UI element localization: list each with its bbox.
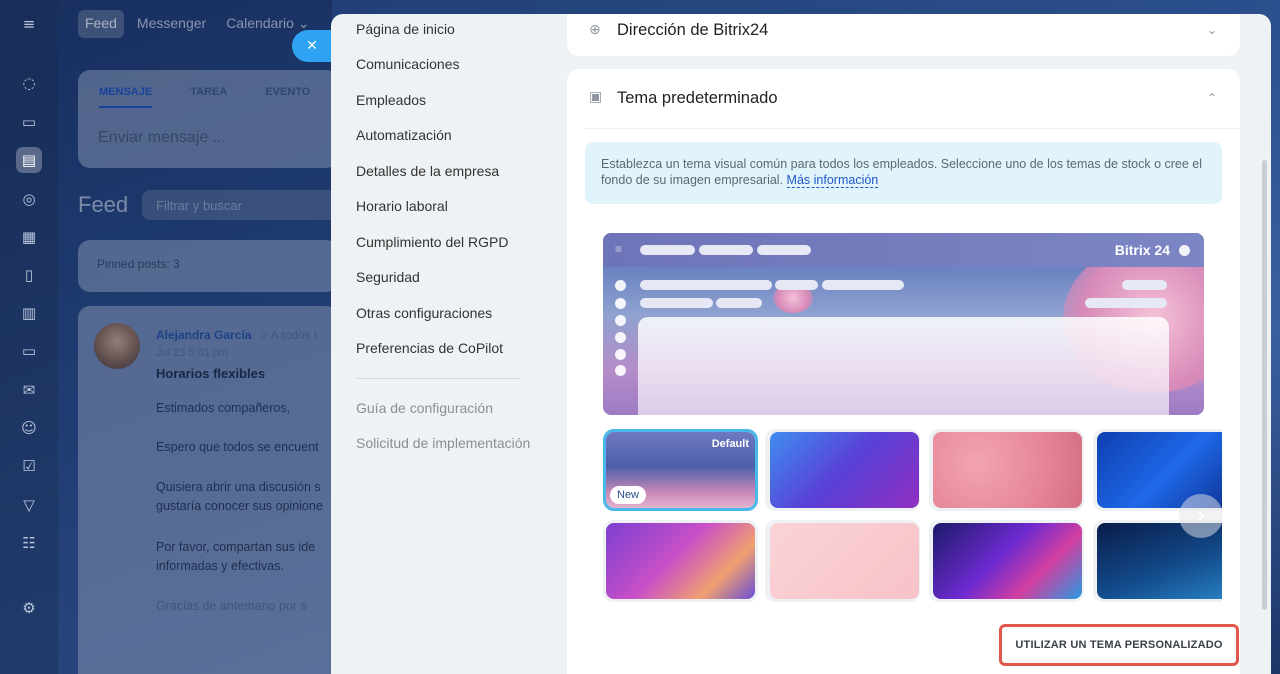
nav-item-working-hours[interactable]: Horario laboral [356,198,448,214]
chevron-up-icon[interactable]: ⌃ [1207,91,1217,105]
chevron-right-icon[interactable]: › [1179,494,1223,538]
nav-item-gdpr[interactable]: Cumplimiento del RGPD [356,234,509,250]
nav-item-security[interactable]: Seguridad [356,269,420,285]
theme-thumb[interactable] [770,523,919,599]
nav-divider [356,378,521,379]
tasks-icon[interactable]: ◎ [16,186,42,212]
theme-section: ▣ Tema predeterminado ⌃ Establezca un te… [567,69,1240,674]
more-info-link[interactable]: Más información [786,173,879,188]
filter-icon[interactable]: ▽ [16,492,42,518]
theme-gallery: Default New [603,429,1222,609]
section-title: Dirección de Bitrix24 [617,21,769,39]
overlay-dim[interactable] [58,0,332,674]
group-icon[interactable]: ☷ [16,530,42,556]
app-sidebar-rail: ≡ ◌ ▭ ▤ ◎ ▦ ▯ ▥ ▭ ✉ ☺ ☑ ▽ ☷ ⚙ [0,0,58,674]
mail-icon[interactable]: ✉ [16,377,42,403]
theme-thumb[interactable] [606,523,755,599]
theme-thumb[interactable] [770,432,919,508]
checklist-icon[interactable]: ☑ [16,453,42,479]
settings-nav: Página de inicio Comunicaciones Empleado… [331,14,555,674]
section-title: Tema predeterminado [617,89,778,107]
use-custom-theme-button[interactable]: UTILIZAR UN TEMA PERSONALIZADO [999,624,1239,666]
nav-item-setup-guide[interactable]: Guía de configuración [356,400,493,416]
copilot-icon[interactable]: ◌ [16,70,42,96]
nav-item-implementation-request[interactable]: Solicitud de implementación [356,435,530,451]
chevron-down-icon[interactable]: ⌄ [1207,23,1217,37]
contacts-icon[interactable]: ☺ [16,415,42,441]
new-badge: New [610,486,647,504]
settings-panel: Página de inicio Comunicaciones Empleado… [331,14,1271,674]
theme-thumb[interactable] [933,523,1082,599]
crm-icon[interactable]: ▭ [16,338,42,364]
divider [585,128,1240,129]
nav-item-communications[interactable]: Comunicaciones [356,56,460,72]
calendar-icon[interactable]: ▦ [16,224,42,250]
theme-preview: ≡ Bitrix 24 [603,233,1204,415]
nav-item-home[interactable]: Página de inicio [356,21,455,37]
image-icon: ▣ [589,89,603,105]
scrollbar[interactable] [1262,160,1267,610]
menu-icon: ≡ [615,242,623,256]
nav-item-company-details[interactable]: Detalles de la empresa [356,163,499,179]
info-box: Establezca un tema visual común para tod… [585,142,1222,204]
theme-thumb-default[interactable]: Default New [603,429,758,511]
theme-thumb[interactable] [933,432,1082,508]
settings-icon[interactable]: ⚙ [16,595,42,621]
menu-icon[interactable]: ≡ [16,11,42,37]
feed-icon[interactable]: ▤ [16,147,42,173]
default-badge: Default [711,438,749,450]
nav-item-other-settings[interactable]: Otras configuraciones [356,305,492,321]
globe-icon: ⊕ [589,22,601,38]
nav-item-employees[interactable]: Empleados [356,92,426,108]
boards-icon[interactable]: ▥ [16,300,42,326]
close-slider-button[interactable]: ✕ [292,30,332,62]
chat-icon[interactable]: ▭ [16,109,42,135]
preview-brand-logo: Bitrix 24 [1114,242,1170,258]
documents-icon[interactable]: ▯ [16,262,42,288]
nav-item-automation[interactable]: Automatización [356,127,452,143]
address-section[interactable]: ⊕ Dirección de Bitrix24 ⌄ [567,14,1240,56]
nav-item-copilot[interactable]: Preferencias de CoPilot [356,340,503,356]
info-text: Establezca un tema visual común para tod… [601,157,1203,187]
